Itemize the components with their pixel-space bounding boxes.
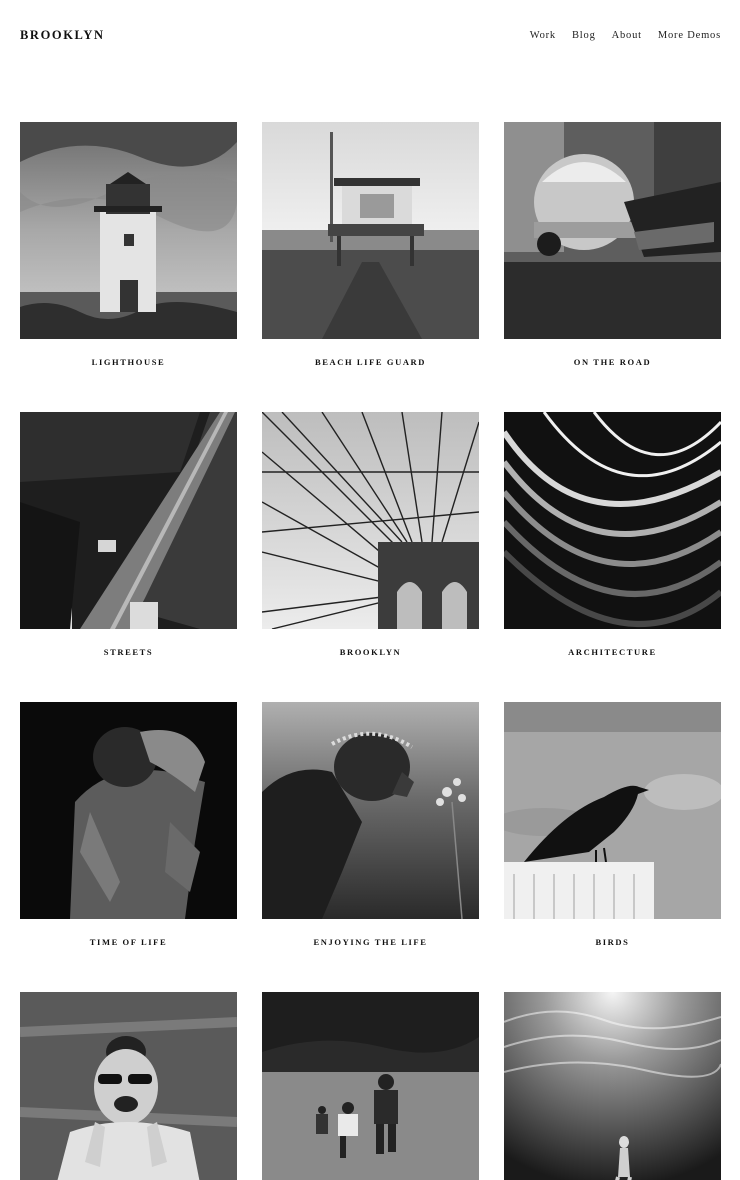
portfolio-item[interactable]: BROOKLYN <box>262 412 479 657</box>
portfolio-item[interactable]: TIME OF LIFE <box>20 702 237 947</box>
item-title[interactable]: LIGHTHOUSE <box>20 357 237 367</box>
item-title[interactable]: BROOKLYN <box>262 647 479 657</box>
item-title[interactable]: BEACH LIFE GUARD <box>262 357 479 367</box>
underwater-diver-photo[interactable] <box>504 992 721 1180</box>
nav-link-more-demos[interactable]: More Demos <box>658 30 721 41</box>
item-title[interactable]: ARCHITECTURE <box>504 647 721 657</box>
nav-link-blog[interactable]: Blog <box>572 30 596 41</box>
portfolio-item[interactable]: ARCHITECTURE <box>504 412 721 657</box>
portfolio-item[interactable]: ON THE ROAD <box>504 122 721 367</box>
architecture-waves-photo[interactable] <box>504 412 721 629</box>
brooklyn-bridge-photo[interactable] <box>262 412 479 629</box>
item-title[interactable]: BIRDS <box>504 937 721 947</box>
laughing-woman-photo[interactable] <box>20 992 237 1180</box>
portfolio-item[interactable]: STREETS <box>20 412 237 657</box>
portfolio-item[interactable]: BIRDS <box>504 702 721 947</box>
nav-link-about[interactable]: About <box>612 30 642 41</box>
site-logo[interactable]: BROOKLYN <box>20 28 105 43</box>
lighthouse-photo[interactable] <box>20 122 237 339</box>
kids-running-photo[interactable] <box>262 992 479 1180</box>
item-title[interactable]: TIME OF LIFE <box>20 937 237 947</box>
item-title[interactable]: ON THE ROAD <box>504 357 721 367</box>
portfolio-item[interactable]: BEACH LIFE GUARD <box>262 122 479 367</box>
vintage-car-photo[interactable] <box>504 122 721 339</box>
portfolio-item[interactable]: LIGHTHOUSE <box>20 122 237 367</box>
crow-photo[interactable] <box>504 702 721 919</box>
main-nav: Work Blog About More Demos <box>514 30 721 41</box>
girl-with-flowers-photo[interactable] <box>262 702 479 919</box>
nav-link-work[interactable]: Work <box>530 30 556 41</box>
portfolio-item[interactable] <box>20 992 237 1180</box>
item-title[interactable]: ENJOYING THE LIFE <box>262 937 479 947</box>
site-header: BROOKLYN Work Blog About More Demos <box>0 0 740 72</box>
portfolio-item[interactable] <box>504 992 721 1180</box>
city-street-aerial-photo[interactable] <box>20 412 237 629</box>
man-portrait-photo[interactable] <box>20 702 237 919</box>
item-title[interactable]: STREETS <box>20 647 237 657</box>
portfolio-item[interactable] <box>262 992 479 1180</box>
portfolio-item[interactable]: ENJOYING THE LIFE <box>262 702 479 947</box>
lifeguard-tower-photo[interactable] <box>262 122 479 339</box>
